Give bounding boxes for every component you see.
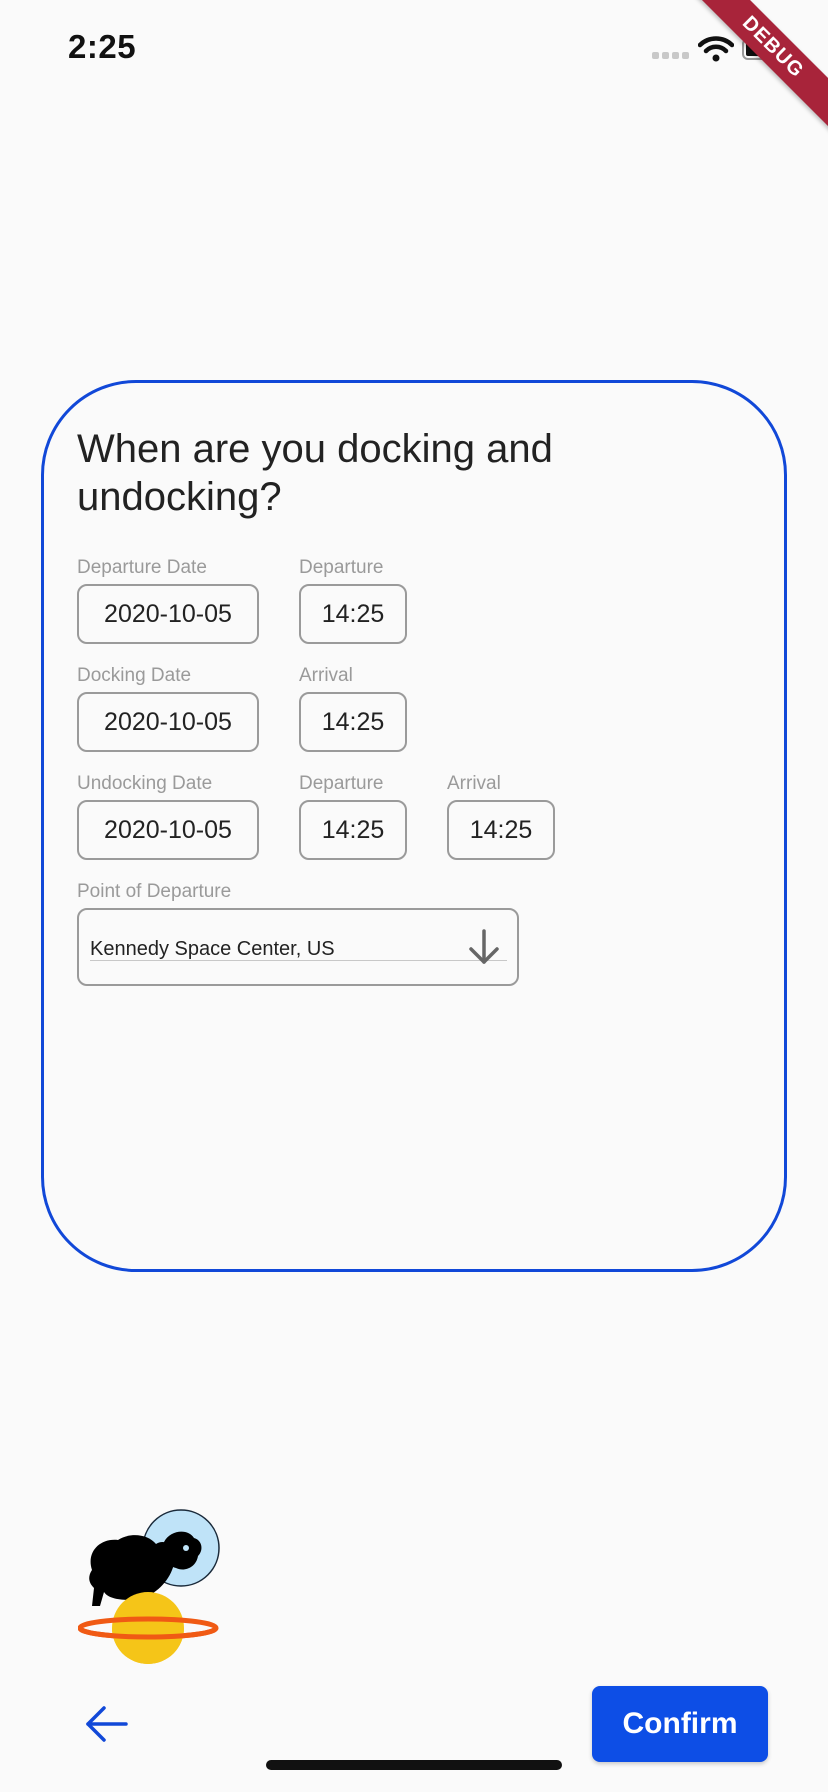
undocking-date-label: Undocking Date <box>77 773 213 794</box>
undocking-arrival-time-field[interactable]: 14:25 <box>447 800 555 860</box>
undocking-departure-label: Departure <box>299 773 384 794</box>
undocking-date-field[interactable]: 2020-10-05 <box>77 800 259 860</box>
arrow-left-icon[interactable] <box>84 1704 130 1744</box>
confirm-button[interactable]: Confirm <box>592 1686 768 1762</box>
home-indicator[interactable] <box>266 1760 562 1770</box>
departure-time-field[interactable]: 14:25 <box>299 584 407 644</box>
docking-date-field[interactable]: 2020-10-05 <box>77 692 259 752</box>
cellular-signal-icon <box>652 52 689 59</box>
dropdown-underline <box>90 960 507 961</box>
departure-time-label: Departure <box>299 557 384 578</box>
docking-date-label: Docking Date <box>77 665 192 686</box>
point-of-departure-label: Point of Departure <box>77 881 232 902</box>
undocking-arrival-label: Arrival <box>447 773 501 794</box>
departure-date-label: Departure Date <box>77 557 207 578</box>
docking-arrival-label: Arrival <box>299 665 353 686</box>
undocking-departure-time-field[interactable]: 14:25 <box>299 800 407 860</box>
arrow-down-icon[interactable] <box>467 928 501 966</box>
point-of-departure-dropdown[interactable]: Kennedy Space Center, US <box>77 908 519 986</box>
card-title: When are you docking and undocking? <box>77 427 553 519</box>
docking-schedule-card: When are you docking and undocking? Depa… <box>41 380 787 1272</box>
departure-date-field[interactable]: 2020-10-05 <box>77 584 259 644</box>
docking-arrival-time-field[interactable]: 14:25 <box>299 692 407 752</box>
point-of-departure-value: Kennedy Space Center, US <box>90 938 335 960</box>
debug-banner: DEBUG <box>672 0 828 148</box>
wifi-icon <box>698 36 734 62</box>
status-time: 2:25 <box>68 28 137 65</box>
sheep-astronaut-logo <box>78 1509 220 1664</box>
